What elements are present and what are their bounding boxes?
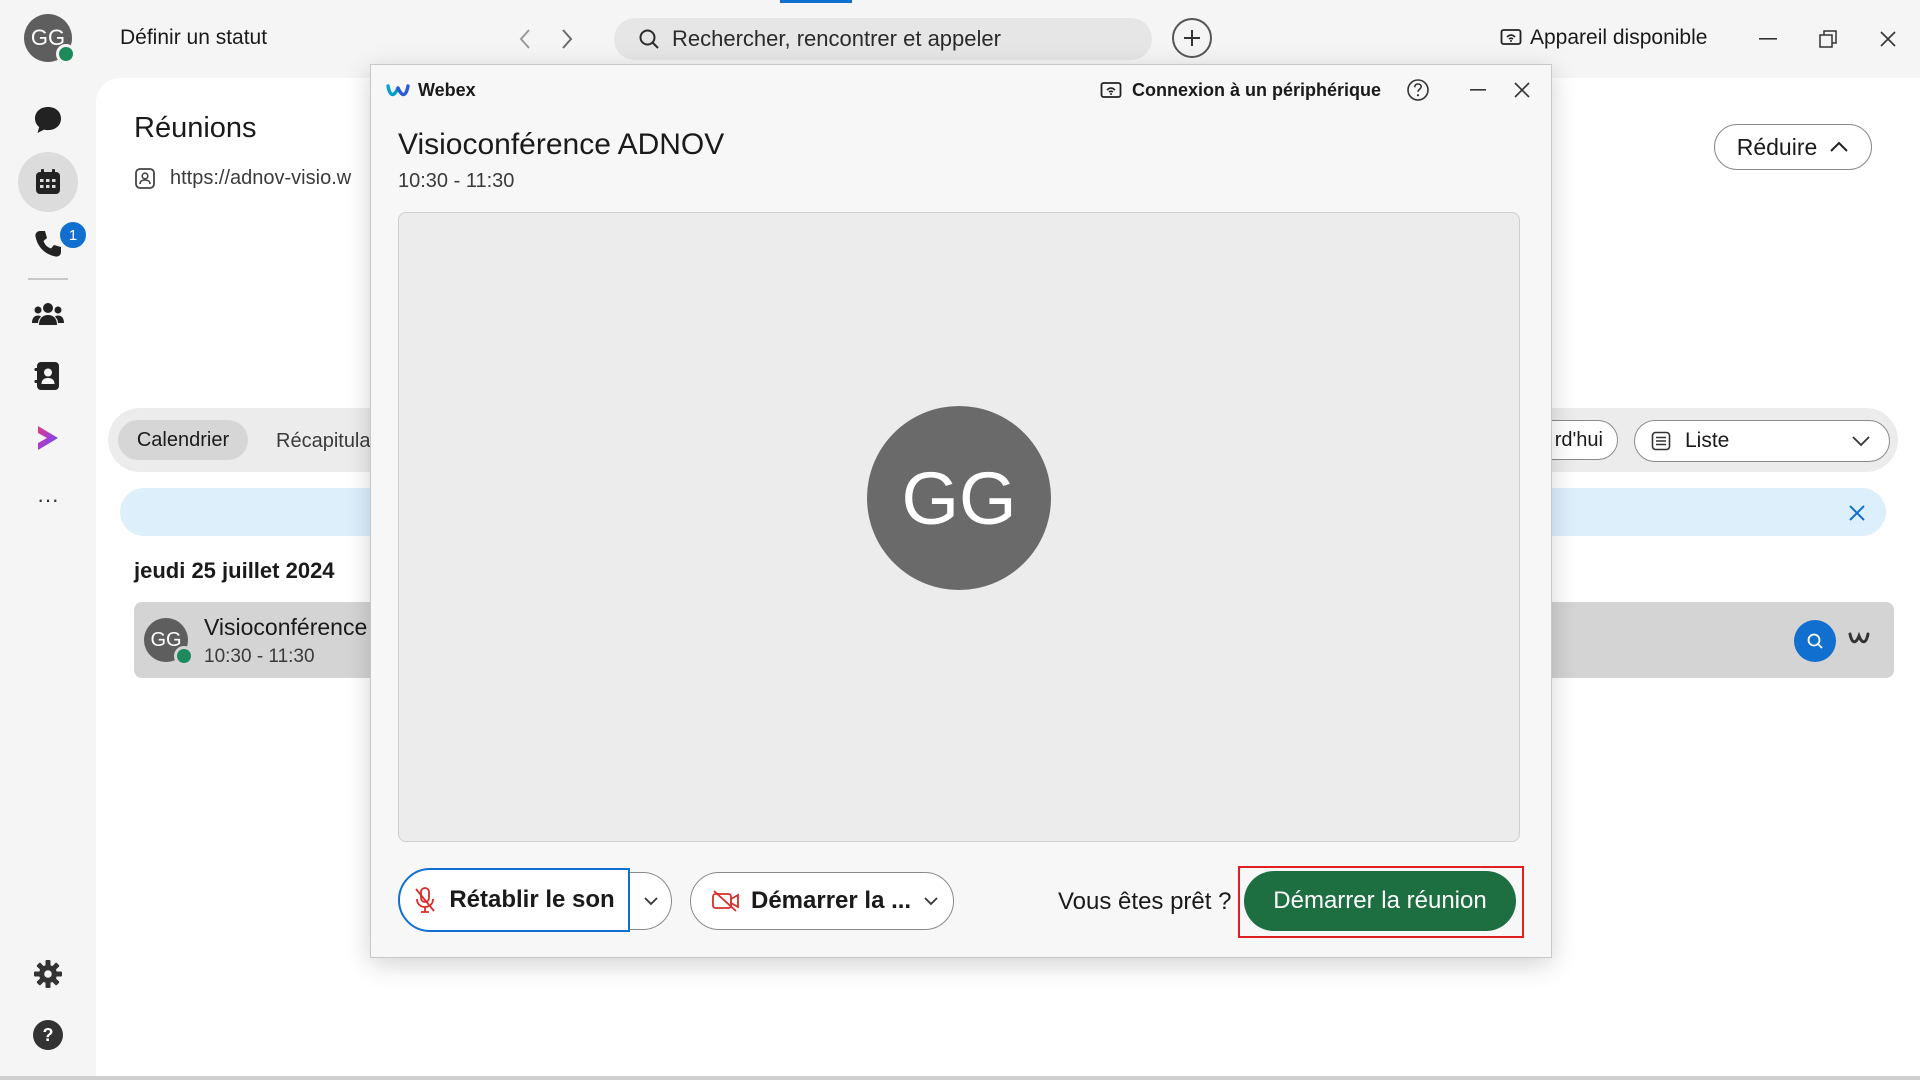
- sidebar-item-meetings[interactable]: [18, 152, 78, 212]
- lock-icon: [134, 166, 156, 190]
- dialog-minimize-button[interactable]: [1464, 76, 1492, 104]
- collapse-label: Réduire: [1736, 133, 1818, 160]
- close-icon: [1848, 504, 1866, 522]
- chevron-down-icon[interactable]: [923, 896, 939, 906]
- view-mode-select[interactable]: Liste: [1634, 420, 1890, 462]
- dialog-help-button[interactable]: [1406, 78, 1432, 104]
- list-icon: [1651, 431, 1671, 451]
- ready-prompt: Vous êtes prêt ?: [1058, 888, 1232, 915]
- calls-notification-badge: 1: [58, 220, 88, 250]
- plus-icon: [1182, 28, 1202, 48]
- people-group-icon: [32, 301, 64, 327]
- sidebar-more-button[interactable]: ···: [18, 470, 78, 530]
- unmute-button[interactable]: Rétablir le son: [398, 868, 630, 932]
- unmute-label: Rétablir le son: [449, 886, 615, 913]
- webex-brand: Webex: [386, 80, 476, 101]
- dialog-close-button[interactable]: [1508, 76, 1536, 104]
- gear-icon: [33, 959, 63, 989]
- set-status-button[interactable]: Définir un statut: [120, 26, 267, 50]
- dialog-meeting-title: Visioconférence ADNOV: [398, 128, 725, 161]
- window-minimize-button[interactable]: [1746, 20, 1790, 58]
- help-button[interactable]: ?: [33, 1020, 63, 1050]
- meeting-time: 10:30 - 11:30: [204, 646, 315, 667]
- chevron-down-icon: [1851, 435, 1871, 447]
- window-close-button[interactable]: [1866, 20, 1910, 58]
- device-available-label: Appareil disponible: [1530, 26, 1708, 49]
- contacts-book-icon: [34, 361, 62, 391]
- search-input[interactable]: Rechercher, rencontrer et appeler: [614, 18, 1152, 60]
- back-arrow-icon[interactable]: [510, 24, 540, 54]
- connect-device-label: Connexion à un périphérique: [1132, 80, 1382, 100]
- meeting-title: Visioconférence: [204, 614, 368, 640]
- connect-device-button[interactable]: Connexion à un périphérique: [1100, 80, 1381, 101]
- camera-off-icon: [711, 889, 741, 913]
- dialog-meeting-time: 10:30 - 11:30: [398, 170, 515, 192]
- webex-logo-icon: [1848, 630, 1870, 648]
- highlight-box: [1238, 866, 1524, 938]
- collapse-button[interactable]: Réduire: [1714, 124, 1872, 170]
- microphone-muted-icon: [413, 886, 437, 914]
- start-video-label: Démarrer la ...: [751, 887, 912, 914]
- settings-button[interactable]: [18, 944, 78, 1004]
- personal-room-link[interactable]: https://adnov-visio.w: [134, 166, 351, 190]
- sidebar-item-webex-app[interactable]: [18, 408, 78, 468]
- close-icon: [1514, 82, 1530, 98]
- search-placeholder: Rechercher, rencontrer et appeler: [672, 26, 1001, 51]
- tab-recap[interactable]: Récapitula: [276, 430, 371, 453]
- search-icon: [638, 28, 660, 50]
- device-connect-icon: [1100, 81, 1122, 101]
- forward-arrow-icon[interactable]: [552, 24, 582, 54]
- host-presence-indicator: [174, 646, 194, 666]
- chevron-down-icon: [643, 896, 659, 906]
- tab-calendar[interactable]: Calendrier: [118, 420, 248, 460]
- sidebar-divider: [28, 278, 68, 280]
- new-action-button[interactable]: [1172, 18, 1212, 58]
- device-available-button[interactable]: Appareil disponible: [1500, 26, 1707, 50]
- question-mark-icon: [1406, 78, 1432, 102]
- presence-indicator: [56, 44, 76, 64]
- view-mode-value: Liste: [1685, 429, 1730, 452]
- personal-room-url: https://adnov-visio.w: [170, 166, 352, 189]
- webex-logo-icon: [386, 82, 410, 100]
- sidebar-item-teams[interactable]: [18, 284, 78, 344]
- taskbar-edge: [0, 1076, 1920, 1080]
- chevron-up-icon: [1829, 141, 1849, 153]
- active-tab-indicator: [780, 0, 852, 3]
- preview-avatar: GG: [867, 406, 1051, 590]
- device-connect-icon: [1500, 28, 1522, 48]
- webex-app-name: Webex: [418, 80, 476, 100]
- chat-bubble-icon: [32, 104, 64, 136]
- sidebar-item-messaging[interactable]: [18, 90, 78, 150]
- join-icon: [1806, 632, 1824, 650]
- page-title: Réunions: [134, 112, 257, 144]
- date-heading: jeudi 25 juillet 2024: [134, 558, 335, 583]
- play-arrow-logo-icon: [35, 424, 61, 452]
- join-meeting-button[interactable]: [1794, 620, 1836, 662]
- start-video-button[interactable]: Démarrer la ...: [690, 872, 954, 930]
- window-restore-button[interactable]: [1806, 20, 1850, 58]
- sidebar-item-contacts[interactable]: [18, 346, 78, 406]
- banner-close-button[interactable]: [1844, 500, 1870, 526]
- calendar-icon: [33, 167, 63, 197]
